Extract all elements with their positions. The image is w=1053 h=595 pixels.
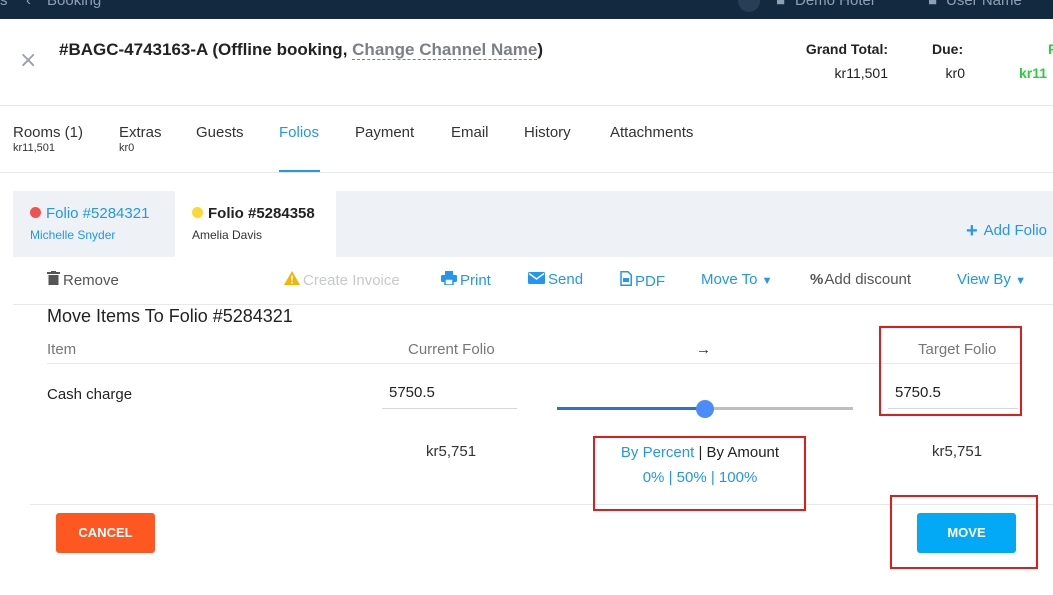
folio-status-dot-icon bbox=[192, 207, 203, 218]
tab-rooms[interactable]: Rooms (1) kr11,501 bbox=[13, 124, 83, 154]
grand-total-label: Grand Total: bbox=[805, 41, 888, 57]
move-dialog-title: Move Items To Folio #5284321 bbox=[47, 306, 293, 326]
paid-value: kr11 bbox=[1019, 65, 1048, 81]
view-by-label: View By bbox=[957, 271, 1011, 288]
booking-title-text: #BAGC-4743163-A (Offline booking, bbox=[59, 40, 353, 59]
folio-guest: Amelia Davis bbox=[192, 228, 263, 242]
due-amount: Due: kr0 bbox=[932, 41, 965, 81]
cancel-button[interactable]: CANCEL bbox=[56, 513, 155, 553]
back-arrow-icon[interactable]: ‹ bbox=[26, 0, 31, 9]
percent-icon: % bbox=[810, 271, 824, 288]
change-channel-link[interactable]: Change Channel Name bbox=[352, 40, 538, 60]
warning-icon bbox=[284, 271, 300, 289]
folio-guest: Michelle Snyder bbox=[30, 228, 116, 242]
top-navbar: s ‹ Booking ■ Demo Hotel ■ User Name bbox=[0, 0, 1053, 19]
back-to-booking-link[interactable]: Booking bbox=[47, 0, 101, 9]
send-label: Send bbox=[548, 271, 584, 288]
divider bbox=[47, 363, 1022, 364]
item-name: Cash charge bbox=[47, 386, 133, 403]
caret-down-icon: ▼ bbox=[1015, 275, 1026, 287]
envelope-icon bbox=[528, 271, 545, 288]
hotel-icon: ■ bbox=[776, 0, 786, 9]
current-folio-total: kr5,751 bbox=[426, 443, 477, 460]
print-icon bbox=[441, 271, 457, 289]
amount-slider-thumb[interactable] bbox=[696, 400, 714, 418]
hotel-selector[interactable]: Demo Hotel bbox=[795, 0, 874, 9]
tab-payment[interactable]: Payment bbox=[355, 124, 414, 141]
print-button[interactable]: Print bbox=[441, 271, 491, 289]
trash-icon bbox=[47, 271, 60, 289]
print-label: Print bbox=[460, 272, 491, 289]
move-to-dropdown[interactable]: Move To ▼ bbox=[701, 271, 772, 288]
caret-down-icon: ▼ bbox=[761, 275, 773, 287]
tab-extras-label: Extras bbox=[119, 124, 162, 141]
current-folio-amount-input[interactable] bbox=[382, 377, 517, 409]
divider bbox=[13, 304, 1053, 305]
add-discount-button[interactable]: %Add discount bbox=[810, 271, 911, 288]
due-value: kr0 bbox=[945, 65, 965, 81]
view-by-dropdown[interactable]: View By ▼ bbox=[957, 271, 1026, 288]
tab-rooms-label: Rooms (1) bbox=[13, 124, 84, 141]
user-menu[interactable]: User Name bbox=[946, 0, 1022, 9]
tab-attachments[interactable]: Attachments bbox=[610, 124, 693, 141]
move-button-highlight bbox=[890, 495, 1038, 569]
booking-title-suffix: ) bbox=[537, 40, 543, 59]
folio-tab-5284358[interactable]: Folio #5284358 Amelia Davis bbox=[175, 191, 336, 257]
pdf-button[interactable]: PDF bbox=[620, 271, 665, 290]
add-folio-label: Add Folio bbox=[983, 222, 1047, 239]
pdf-label: PDF bbox=[635, 273, 665, 290]
tab-extras[interactable]: Extras kr0 bbox=[119, 124, 162, 154]
search-icon[interactable] bbox=[738, 0, 760, 12]
grand-total: Grand Total: kr11,501 bbox=[806, 41, 888, 81]
tab-rooms-amount: kr11,501 bbox=[13, 142, 55, 154]
tab-email[interactable]: Email bbox=[451, 124, 489, 141]
grand-total-value: kr11,501 bbox=[834, 65, 888, 81]
add-discount-label: Add discount bbox=[824, 271, 912, 288]
paid-amount: P kr11 bbox=[1019, 41, 1053, 81]
send-button[interactable]: Send bbox=[528, 271, 583, 288]
column-header-current-folio: Current Folio bbox=[408, 341, 495, 358]
plus-icon: + bbox=[965, 220, 978, 242]
tab-history[interactable]: History bbox=[524, 124, 571, 141]
mode-selector-highlight bbox=[593, 436, 806, 511]
nav-fragment: s bbox=[0, 0, 8, 9]
paid-label: P bbox=[1048, 41, 1053, 57]
due-label: Due: bbox=[932, 41, 964, 57]
tab-extras-amount: kr0 bbox=[119, 142, 135, 154]
folio-name: Folio #5284358 bbox=[208, 205, 315, 222]
move-to-label: Move To bbox=[701, 271, 758, 288]
column-header-item: Item bbox=[47, 341, 77, 358]
divider bbox=[0, 105, 1053, 106]
folio-name: Folio #5284321 bbox=[46, 205, 150, 222]
remove-button[interactable]: Remove bbox=[47, 271, 119, 289]
folio-status-dot-icon bbox=[30, 207, 41, 218]
amount-slider-fill bbox=[557, 407, 705, 410]
close-icon[interactable]: × bbox=[19, 50, 37, 72]
folio-tab-5284321[interactable]: Folio #5284321 Michelle Snyder bbox=[13, 191, 175, 257]
tab-folios[interactable]: Folios bbox=[279, 124, 319, 141]
tab-guests[interactable]: Guests bbox=[196, 124, 244, 141]
add-folio-button[interactable]: + Add Folio bbox=[966, 220, 1047, 243]
divider bbox=[0, 172, 1053, 173]
target-folio-total: kr5,751 bbox=[932, 443, 983, 460]
remove-label: Remove bbox=[63, 272, 119, 289]
right-arrow-icon: → bbox=[696, 341, 711, 358]
pdf-file-icon bbox=[620, 271, 632, 290]
create-invoice-label: Create Invoice bbox=[303, 272, 400, 289]
target-folio-highlight bbox=[879, 326, 1022, 416]
user-icon: ■ bbox=[928, 0, 938, 9]
booking-title: #BAGC-4743163-A (Offline booking, Change… bbox=[59, 40, 543, 60]
create-invoice-button[interactable]: Create Invoice bbox=[284, 271, 400, 289]
